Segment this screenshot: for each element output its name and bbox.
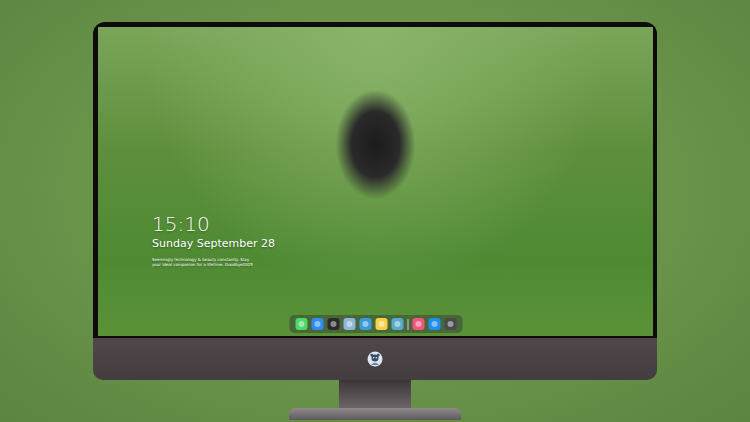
monitor: 15:10Sunday September 28 Seemingly techno… xyxy=(93,22,657,380)
app-icon[interactable] xyxy=(311,318,323,330)
app-shine xyxy=(431,321,437,327)
app-icon[interactable] xyxy=(343,318,355,330)
app-icon[interactable] xyxy=(295,318,307,330)
caption-line: your ideal companion for a lifetime. Goo… xyxy=(152,262,275,267)
dock-separator xyxy=(407,319,408,330)
app-icon[interactable] xyxy=(444,318,456,330)
app-shine xyxy=(330,321,336,327)
caption: Seemingly technology & beauty constantly… xyxy=(152,257,275,267)
app-icon[interactable] xyxy=(391,318,403,330)
app-shine xyxy=(314,321,320,327)
caption-line: Seemingly technology & beauty constantly… xyxy=(152,257,275,262)
clock-date: Sunday September 28 xyxy=(152,236,275,251)
app-icon[interactable] xyxy=(375,318,387,330)
app-shine xyxy=(346,321,352,327)
app-shine xyxy=(394,321,400,327)
lock-clock: 15:10Sunday September 28 Seemingly techno… xyxy=(152,212,275,267)
desktop-background: 15:10Sunday September 28 Seemingly techno… xyxy=(0,0,750,422)
app-shine xyxy=(298,321,304,327)
app-shine xyxy=(447,321,453,327)
app-shine xyxy=(362,321,368,327)
screen: 15:10Sunday September 28 Seemingly techno… xyxy=(98,27,653,336)
monitor-chin xyxy=(93,338,657,380)
monitor-stand-base xyxy=(289,408,461,420)
dock xyxy=(289,315,462,333)
clock-time: 15:10 xyxy=(152,212,275,236)
brand-logo-icon xyxy=(367,351,383,367)
app-shine xyxy=(415,321,421,327)
app-icon[interactable] xyxy=(359,318,371,330)
monitor-stand-neck xyxy=(339,380,411,408)
monitor-bezel: 15:10Sunday September 28 Seemingly techno… xyxy=(93,22,657,338)
app-icon[interactable] xyxy=(412,318,424,330)
app-icon[interactable] xyxy=(428,318,440,330)
app-icon[interactable] xyxy=(327,318,339,330)
wallpaper-photo xyxy=(98,27,653,336)
app-shine xyxy=(378,321,384,327)
